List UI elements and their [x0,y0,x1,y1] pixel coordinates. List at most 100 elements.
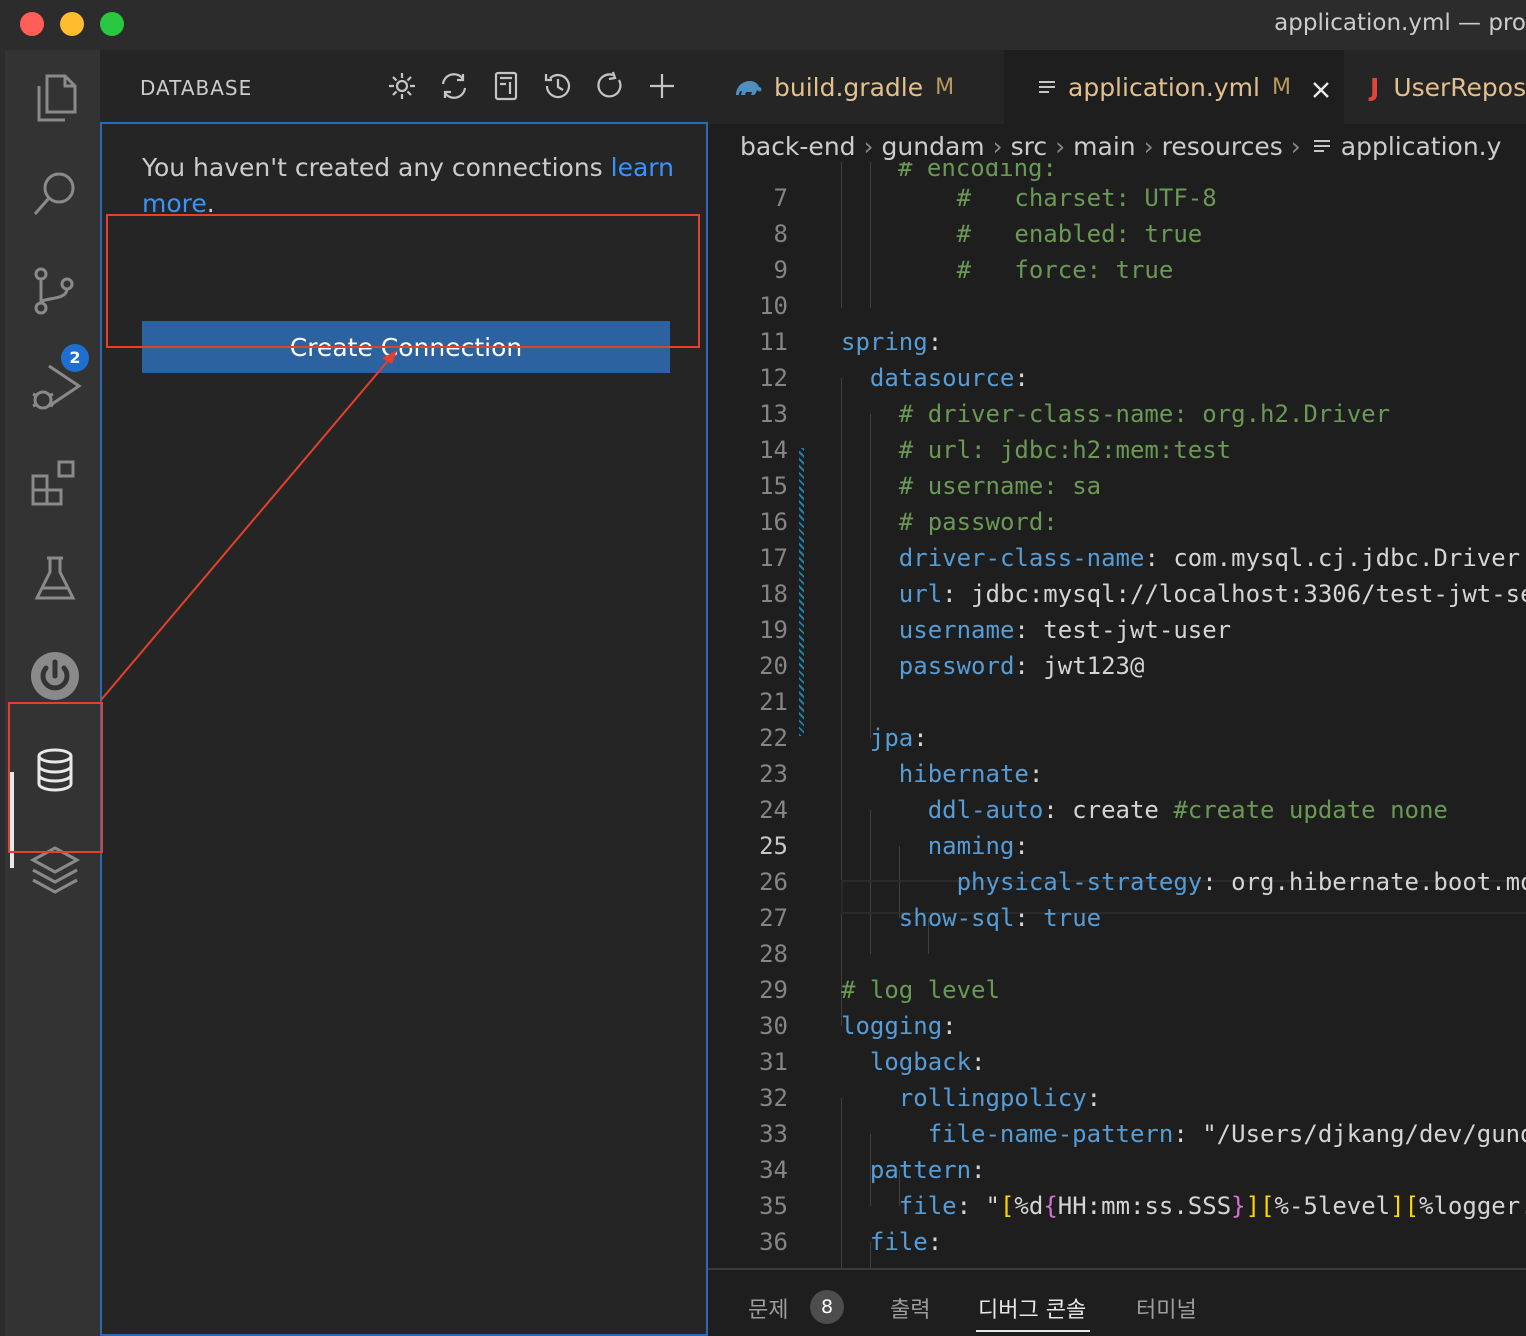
line-number: 7 [773,184,788,212]
tab-output[interactable]: 출력 [890,1292,930,1324]
code-line: # password: [898,508,1058,536]
code-line: spring: [841,328,943,356]
code-line: jpa: [869,724,928,752]
search-icon[interactable] [25,164,85,224]
line-number: 35 [759,1192,788,1220]
indent-guide [841,162,842,308]
close-tab-icon[interactable] [1311,77,1331,98]
sync-icon[interactable] [436,68,472,104]
spring-boot-icon[interactable] [25,646,85,706]
chevron-right-icon: › [1055,131,1066,161]
problems-count-badge: 8 [810,1290,844,1324]
line-number: 28 [759,940,788,968]
run-debug-icon[interactable] [25,358,85,418]
code-line: # username: sa [898,472,1102,500]
line-number: 22 [759,724,788,752]
code-line: username: test-jwt-user [898,616,1232,644]
code-line: file-name-pattern: "/Users/djkang/dev/gu… [927,1120,1526,1148]
tab-user-repos-label: UserRepos [1393,72,1526,102]
no-connections-message: You haven't created any connections lear… [142,150,682,222]
line-number: 20 [759,652,788,680]
code-line: ddl-auto: create #create update none [927,796,1448,824]
line-number: 34 [759,1156,788,1184]
line-number: 16 [759,508,788,536]
breadcrumb-item[interactable]: src [1011,132,1048,161]
gradle-elephant-icon [732,75,764,99]
indent-guide [841,378,842,1026]
line-number: 18 [759,580,788,608]
editor-area: build.gradle M application.yml M J UserRep… [708,50,1526,1336]
code-line: file: [869,1228,943,1256]
active-tab-underline [976,1330,1090,1332]
editor-tabs: build.gradle M application.yml M J UserRep… [708,50,1526,124]
breadcrumb-item[interactable]: back-end [740,132,856,161]
code-line: logback: [869,1048,986,1076]
tab-build-gradle-label: build.gradle [774,72,924,102]
tab-application-yml[interactable]: application.yml M [1004,50,1344,124]
source-control-icon[interactable] [25,262,85,322]
settings-gear-icon[interactable] [384,68,420,104]
line-number: 15 [759,472,788,500]
chevron-right-icon: › [863,131,874,161]
code-line: # enabled: true [956,220,1203,248]
notebook-icon[interactable] [488,68,524,104]
chevron-right-icon: › [1143,131,1154,161]
line-number: 8 [773,220,788,248]
line-number-current: 25 [759,832,788,860]
breadcrumb-item[interactable]: gundam [882,132,985,161]
title-bar: application.yml — pro [0,0,1526,50]
sidebar-title: DATABASE [140,76,253,100]
code-line: file: "[%d{HH:mm:ss.SSS}][%-5level][%log… [898,1192,1526,1220]
code-line: naming: [927,832,1029,860]
line-number: 33 [759,1120,788,1148]
line-number: 11 [759,328,788,356]
tab-application-yml-label: application.yml [1068,72,1260,102]
explorer-icon[interactable] [25,68,85,128]
activity-bar: 2 [0,50,100,1336]
code-line: password: jwt123@ [898,652,1145,680]
refresh-icon[interactable] [592,68,628,104]
code-line: hibernate: [898,760,1044,788]
tab-build-gradle-status: M [935,74,955,100]
indent-guide [870,162,871,308]
no-connections-text: You haven't created any connections [142,153,611,182]
yaml-file-icon [1313,132,1331,161]
tab-application-yml-status: M [1271,74,1291,100]
line-number: 31 [759,1048,788,1076]
code-line: driver-class-name: com.mysql.cj.jdbc.Dri… [898,544,1521,572]
tab-build-gradle[interactable]: build.gradle M [708,50,1003,124]
tab-debug-console[interactable]: 디버그 콘솔 [978,1292,1086,1324]
line-number: 24 [759,796,788,824]
line-number: 23 [759,760,788,788]
create-connection-highlight [106,214,700,348]
chevron-right-icon: › [992,131,1003,161]
testing-flask-icon[interactable] [25,550,85,610]
code-line: rollingpolicy: [898,1084,1102,1112]
tab-user-repos[interactable]: J UserRepos [1348,50,1526,124]
line-number: 27 [759,904,788,932]
partial-code-line: # encoding: [898,162,1057,182]
code-line: pattern: [869,1156,986,1184]
tab-problems[interactable]: 문제 [748,1292,788,1324]
history-icon[interactable] [540,68,576,104]
indent-guide [841,1098,842,1270]
breadcrumb-item[interactable]: main [1073,132,1135,161]
extensions-icon[interactable] [25,454,85,514]
breadcrumb-item[interactable]: application.y [1341,132,1502,161]
bottom-panel: 문제 8 출력 디버그 콘솔 터미널 [708,1268,1526,1336]
close-window-button[interactable] [20,12,44,36]
line-number: 30 [759,1012,788,1040]
code-editor[interactable]: # encoding: 7 8 9 10 11 12 13 14 15 16 1… [708,162,1526,1270]
modified-lines-gutter [799,448,804,736]
code-line: datasource: [869,364,1029,392]
minimize-window-button[interactable] [60,12,84,36]
add-icon[interactable] [644,68,680,104]
tab-terminal[interactable]: 터미널 [1136,1292,1197,1324]
indent-guide [870,414,871,738]
breadcrumb-item[interactable]: resources [1162,132,1283,161]
line-number: 19 [759,616,788,644]
code-line: # url: jdbc:h2:mem:test [898,436,1232,464]
line-number: 17 [759,544,788,572]
line-number: 13 [759,400,788,428]
zoom-window-button[interactable] [100,12,124,36]
